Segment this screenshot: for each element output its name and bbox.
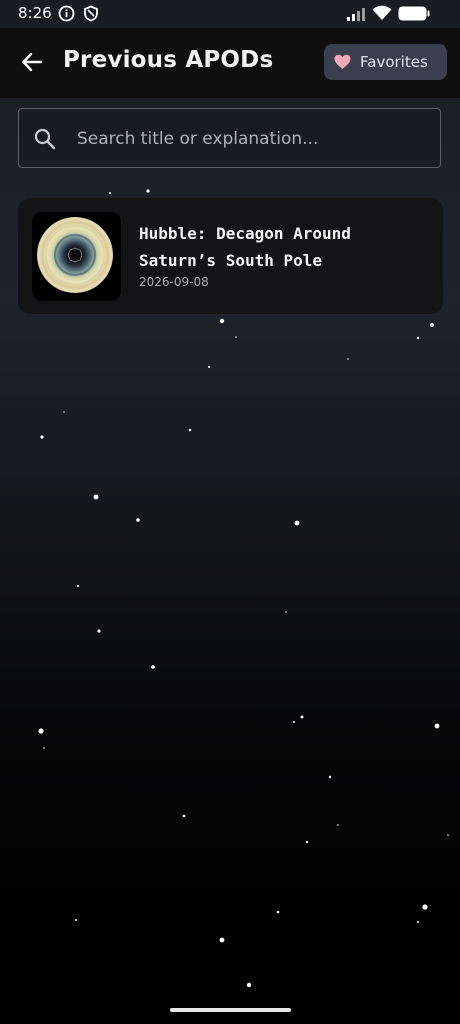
arrow-left-icon xyxy=(21,51,43,77)
home-indicator[interactable] xyxy=(170,1008,291,1012)
status-bar: 8:26 xyxy=(0,0,460,28)
shield-icon xyxy=(83,5,99,26)
app-bar: Previous APODs Favorites xyxy=(0,28,460,98)
battery-icon xyxy=(398,6,430,25)
search-input[interactable] xyxy=(75,123,429,155)
favorites-label: Favorites xyxy=(360,53,428,71)
back-button[interactable] xyxy=(14,46,50,82)
page-title: Previous APODs xyxy=(63,47,274,73)
apod-card[interactable]: Hubble: Decagon Around Saturn’s South Po… xyxy=(18,198,443,314)
signal-icon xyxy=(347,6,367,25)
status-time: 8:26 xyxy=(18,4,52,22)
wifi-icon xyxy=(372,5,392,25)
apod-date: 2026-09-08 xyxy=(139,275,209,289)
search-icon xyxy=(34,128,56,154)
search-box[interactable] xyxy=(18,108,441,168)
apod-title: Hubble: Decagon Around Saturn’s South Po… xyxy=(139,224,351,270)
info-icon xyxy=(58,5,75,26)
favorites-button[interactable]: Favorites xyxy=(324,44,447,80)
heart-icon xyxy=(334,54,351,74)
apod-thumbnail xyxy=(32,212,121,301)
